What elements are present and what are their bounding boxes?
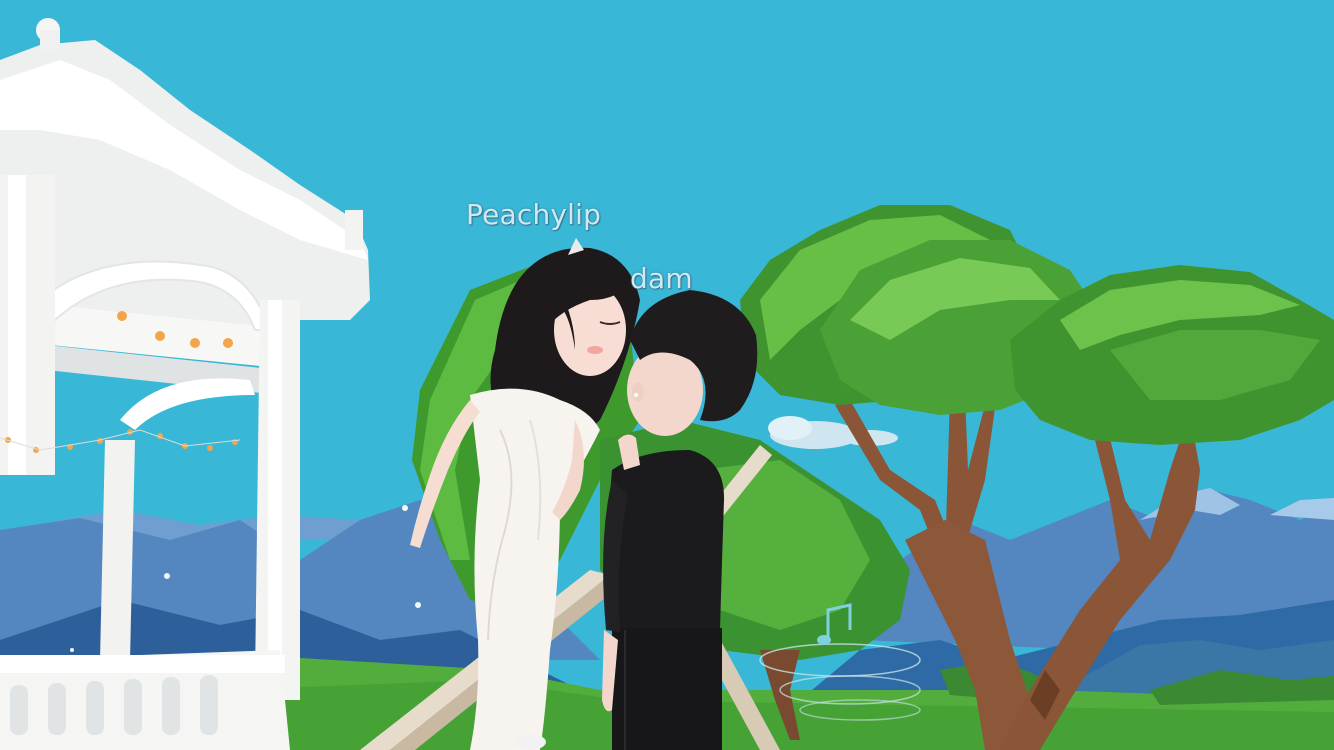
game-viewport[interactable]: Peachylip dam <box>0 0 1334 750</box>
scene-art <box>0 0 1334 750</box>
player-nametag-groom: dam <box>630 262 693 295</box>
player-nametag-bride: Peachylip <box>466 198 602 231</box>
